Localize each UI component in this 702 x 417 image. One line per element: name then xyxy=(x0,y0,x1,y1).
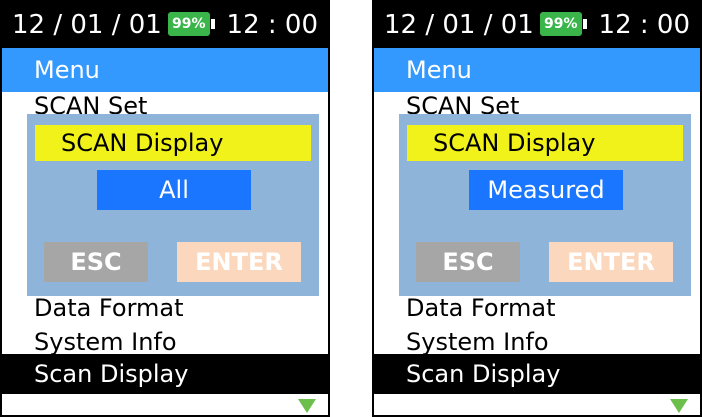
esc-button[interactable]: ESC xyxy=(44,242,148,282)
menu-item-scan-display[interactable]: Scan Display xyxy=(374,354,700,394)
dialog-title: SCAN Display xyxy=(407,125,683,161)
scroll-down-arrow-icon[interactable] xyxy=(670,399,688,413)
battery-icon: 99% xyxy=(168,12,210,36)
status-time: 12 : 00 xyxy=(598,10,690,40)
menu-item-data-format[interactable]: Data Format xyxy=(406,294,556,322)
dialog-title: SCAN Display xyxy=(35,125,311,161)
status-bar: 12 / 01 / 01 99% 12 : 00 xyxy=(374,2,700,48)
device-screen-right: 12 / 01 / 01 99% 12 : 00 Menu SCAN Set D… xyxy=(372,0,702,417)
status-date: 12 / 01 / 01 xyxy=(384,10,534,40)
scan-display-dialog: SCAN Display All ESC ENTER xyxy=(27,114,319,296)
battery-tip xyxy=(211,19,215,29)
device-screen-left: 12 / 01 / 01 99% 12 : 00 Menu SCAN Set D… xyxy=(0,0,330,417)
menu-title-bar: Menu xyxy=(374,48,700,92)
dialog-value-selector[interactable]: All xyxy=(97,170,251,210)
enter-button[interactable]: ENTER xyxy=(549,242,673,282)
menu-title-bar: Menu xyxy=(2,48,328,92)
status-time: 12 : 00 xyxy=(226,10,318,40)
status-date: 12 / 01 / 01 xyxy=(12,10,162,40)
battery-tip xyxy=(583,19,587,29)
status-bar: 12 / 01 / 01 99% 12 : 00 xyxy=(2,2,328,48)
menu-item-scan-display[interactable]: Scan Display xyxy=(2,354,328,394)
dialog-value-selector[interactable]: Measured xyxy=(469,170,623,210)
esc-button[interactable]: ESC xyxy=(416,242,520,282)
menu-item-data-format[interactable]: Data Format xyxy=(34,294,184,322)
scan-display-dialog: SCAN Display Measured ESC ENTER xyxy=(399,114,691,296)
scroll-down-arrow-icon[interactable] xyxy=(298,399,316,413)
enter-button[interactable]: ENTER xyxy=(177,242,301,282)
menu-item-system-info[interactable]: System Info xyxy=(34,328,177,356)
menu-item-system-info[interactable]: System Info xyxy=(406,328,549,356)
battery-icon: 99% xyxy=(540,12,582,36)
